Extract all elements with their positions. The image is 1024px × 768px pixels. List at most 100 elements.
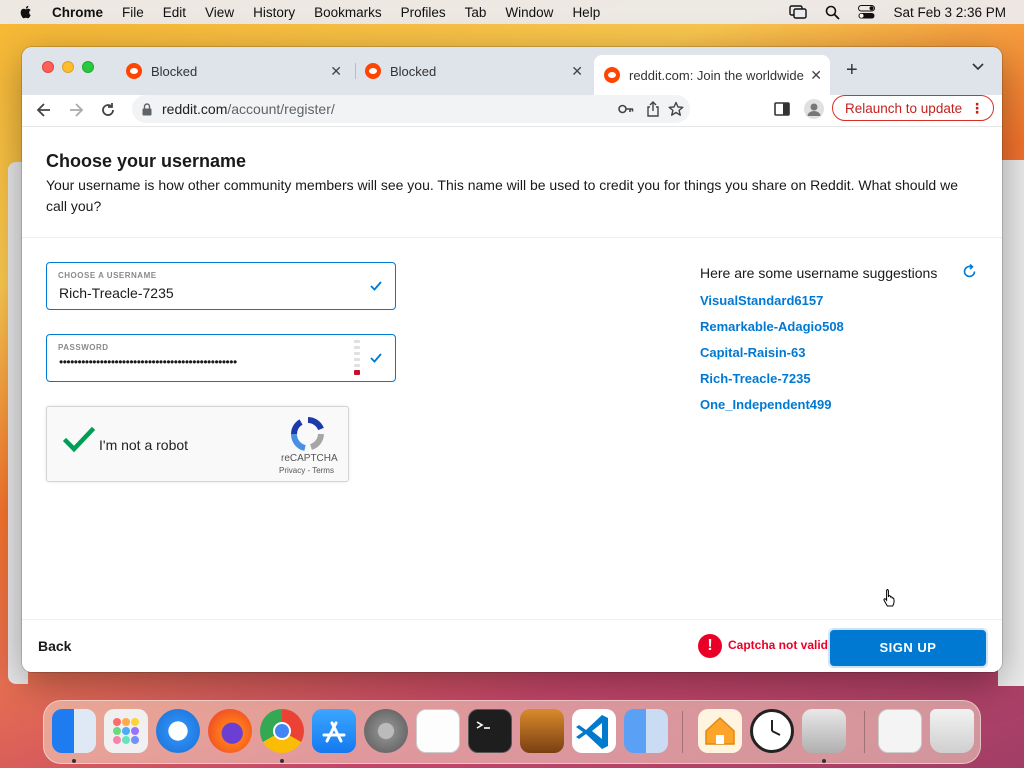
new-tab-button[interactable]: + [846, 60, 858, 80]
back-button[interactable]: Back [38, 638, 71, 654]
system-settings-icon[interactable] [364, 709, 408, 753]
trash-icon[interactable] [930, 709, 974, 753]
menu-help[interactable]: Help [572, 5, 600, 20]
forward-arrow-icon[interactable] [68, 102, 84, 118]
password-key-icon[interactable] [618, 102, 634, 116]
menu-edit[interactable]: Edit [163, 5, 186, 20]
username-field[interactable]: CHOOSE A USERNAME Rich-Treacle-7235 [46, 262, 396, 310]
reddit-favicon-icon [365, 63, 381, 79]
browser-window: Blocked ✕ Blocked ✕ reddit.com: Join the… [22, 47, 1002, 672]
page-title: Choose your username [46, 151, 247, 171]
dock-divider [682, 711, 683, 753]
captcha-checkmark-icon[interactable] [63, 427, 95, 455]
captcha-label: I'm not a robot [99, 437, 189, 453]
tab-search-chevron-icon[interactable] [972, 63, 984, 71]
lock-icon[interactable] [142, 102, 152, 116]
minimize-window-button[interactable] [62, 61, 74, 73]
disk-utility-icon[interactable] [802, 709, 846, 753]
suggestions-title: Here are some username suggestions [700, 265, 938, 281]
running-indicator [280, 759, 284, 763]
dock [43, 700, 981, 764]
home-icon[interactable] [698, 709, 742, 753]
relaunch-label: Relaunch to update [845, 100, 963, 116]
chrome-icon[interactable] [260, 709, 304, 753]
menu-bookmarks[interactable]: Bookmarks [314, 5, 382, 20]
hand-cursor-icon [883, 589, 895, 607]
password-strength-meter [354, 340, 360, 378]
password-field[interactable]: PASSWORD •••••••••••••••••••••••••••••••… [46, 334, 396, 382]
share-icon[interactable] [646, 101, 660, 117]
tab-strip: Blocked ✕ Blocked ✕ reddit.com: Join the… [22, 47, 1002, 95]
address-bar[interactable]: reddit.com/account/register/ [132, 95, 690, 123]
menu-profiles[interactable]: Profiles [401, 5, 446, 20]
garageband-icon[interactable] [520, 709, 564, 753]
menu-tab[interactable]: Tab [465, 5, 487, 20]
firefox-icon[interactable] [208, 709, 252, 753]
valid-check-icon [370, 281, 382, 291]
side-panel-icon[interactable] [774, 102, 790, 116]
fullscreen-window-button[interactable] [82, 61, 94, 73]
safari-icon[interactable] [156, 709, 200, 753]
tab-title: Blocked [151, 63, 198, 79]
section-divider [22, 237, 1002, 238]
menu-app-name[interactable]: Chrome [52, 5, 103, 20]
refresh-suggestions-icon[interactable] [962, 264, 977, 279]
menu-window[interactable]: Window [505, 5, 553, 20]
tab-close-icon[interactable]: ✕ [810, 67, 822, 83]
form-footer: Back ! Captcha not valid. SIGN UP [22, 619, 1002, 672]
running-indicator [72, 759, 76, 763]
menu-clock[interactable]: Sat Feb 3 2:36 PM [893, 5, 1006, 20]
bookmark-star-icon[interactable] [668, 101, 684, 117]
password-label: PASSWORD [58, 343, 109, 352]
spotlight-search-icon[interactable] [825, 5, 841, 20]
username-input[interactable]: Rich-Treacle-7235 [59, 285, 174, 301]
terminal-icon[interactable] [468, 709, 512, 753]
browser-toolbar: reddit.com/account/register/ Relaunch to… [22, 95, 1002, 125]
app-store-icon[interactable] [312, 709, 356, 753]
recaptcha-logo-icon [291, 417, 324, 451]
error-message: Captcha not valid. [728, 638, 832, 652]
textedit-icon[interactable] [416, 709, 460, 753]
tab-title: reddit.com: Join the worldwide [629, 67, 804, 83]
reddit-favicon-icon [604, 67, 620, 83]
suggestion-link[interactable]: Rich-Treacle-7235 [700, 371, 811, 386]
running-indicator [822, 759, 826, 763]
tab-blocked-1[interactable]: Blocked ✕ [116, 55, 350, 87]
tab-reddit-register[interactable]: reddit.com: Join the worldwide ✕ [594, 55, 830, 95]
password-input[interactable]: ••••••••••••••••••••••••••••••••••••••••… [59, 355, 237, 369]
menu-history[interactable]: History [253, 5, 295, 20]
relaunch-to-update-button[interactable]: Relaunch to update ⋮ [832, 95, 994, 121]
valid-check-icon [370, 353, 382, 363]
control-center-icon[interactable] [858, 5, 876, 19]
suggestion-link[interactable]: VisualStandard6157 [700, 293, 823, 308]
menu-file[interactable]: File [122, 5, 144, 20]
error-alert-icon: ! [698, 634, 722, 658]
recaptcha-widget[interactable]: I'm not a robot reCAPTCHA Privacy - Term… [46, 406, 349, 482]
sign-up-button[interactable]: SIGN UP [830, 630, 986, 666]
close-window-button[interactable] [42, 61, 54, 73]
page-description: Your username is how other community mem… [46, 177, 958, 214]
finder-icon[interactable] [52, 709, 96, 753]
back-arrow-icon[interactable] [36, 102, 52, 118]
reload-icon[interactable] [100, 102, 116, 118]
launchpad-icon[interactable] [104, 709, 148, 753]
recaptcha-privacy-terms[interactable]: Privacy - Terms [279, 466, 334, 475]
vscode-icon[interactable] [572, 709, 616, 753]
reddit-favicon-icon [126, 63, 142, 79]
suggestion-link[interactable]: Capital-Raisin-63 [700, 345, 805, 360]
tab-close-icon[interactable]: ✕ [571, 63, 583, 79]
apple-icon[interactable] [18, 4, 34, 20]
tab-title: Blocked [390, 63, 437, 79]
suggestion-link[interactable]: One_Independent499 [700, 397, 831, 412]
more-menu-icon[interactable]: ⋮ [970, 99, 984, 117]
screen-mirroring-icon[interactable] [789, 5, 808, 19]
dock-divider [864, 711, 865, 753]
screenshot-icon[interactable] [878, 709, 922, 753]
preview-icon[interactable] [624, 709, 668, 753]
clock-icon[interactable] [750, 709, 794, 753]
tab-blocked-2[interactable]: Blocked ✕ [355, 55, 591, 87]
tab-close-icon[interactable]: ✕ [330, 63, 342, 79]
profile-avatar-icon[interactable] [804, 99, 824, 119]
menu-view[interactable]: View [205, 5, 234, 20]
suggestion-link[interactable]: Remarkable-Adagio508 [700, 319, 844, 334]
